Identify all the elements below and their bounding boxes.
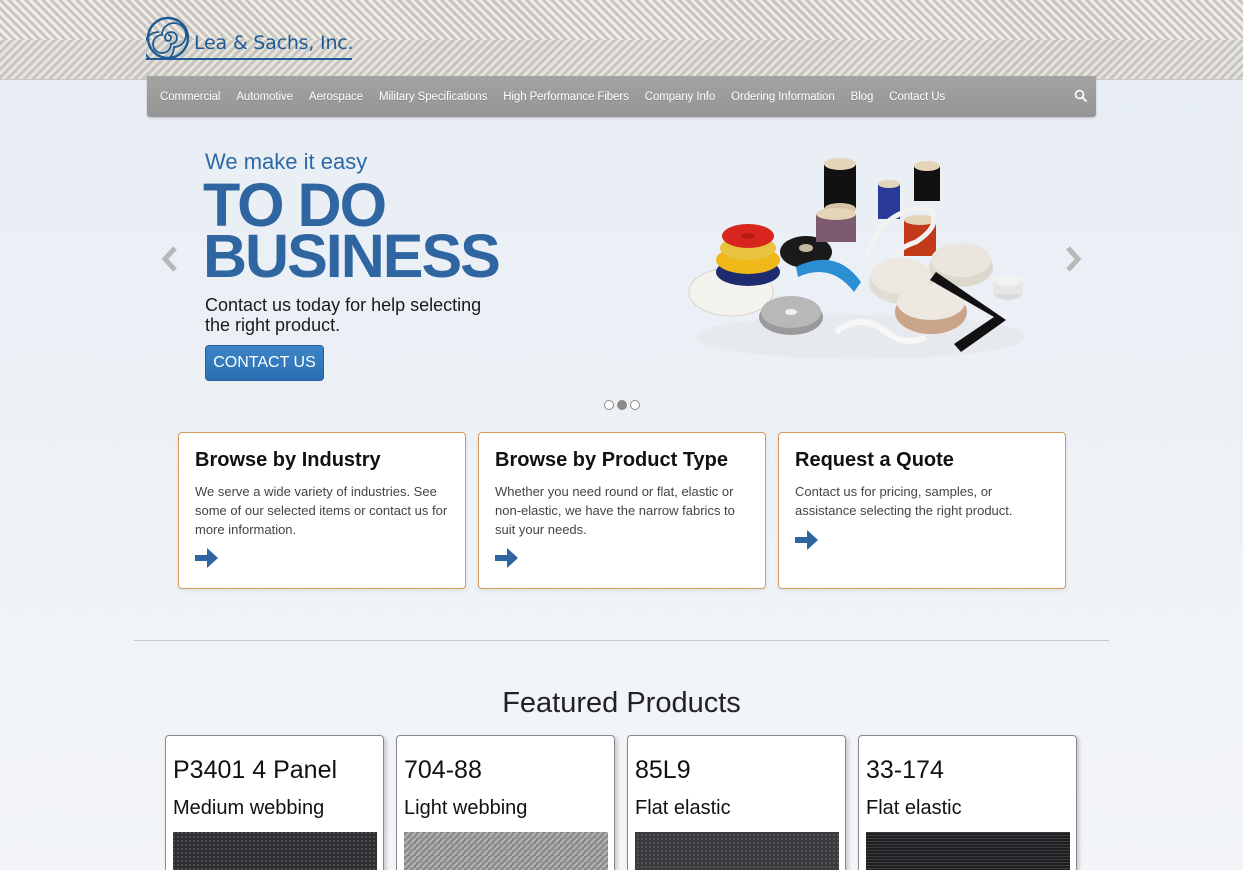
card-text: Contact us for pricing, samples, or assi…	[795, 484, 1013, 518]
product-sku: 85L9	[635, 756, 691, 784]
section-divider	[134, 640, 1109, 641]
carousel-next-icon[interactable]	[1063, 246, 1083, 272]
search-icon[interactable]	[1074, 89, 1088, 103]
product-type: Medium webbing	[173, 797, 325, 819]
product-type: Flat elastic	[635, 797, 731, 819]
card-title: Request a Quote	[795, 449, 954, 471]
carousel-dot[interactable]	[604, 400, 614, 410]
arrow-right-icon[interactable]	[193, 544, 219, 572]
product-sku: P3401 4 Panel	[173, 756, 338, 784]
card-title: Browse by Industry	[195, 449, 381, 471]
product-card[interactable]: 33-174 Flat elastic	[858, 735, 1077, 870]
hero-title: TO DO BUSINESS	[203, 175, 533, 290]
nav-blog[interactable]: Blog	[843, 91, 882, 103]
card-browse-by-product-type[interactable]: Browse by Product Type Whether you need …	[478, 432, 766, 589]
product-card[interactable]: P3401 4 Panel Medium webbing	[165, 735, 384, 870]
nav-military-specifications[interactable]: Military Specifications	[371, 91, 495, 103]
nav-automotive[interactable]: Automotive	[228, 91, 301, 103]
product-card[interactable]: 704-88 Light webbing	[396, 735, 615, 870]
product-card[interactable]: 85L9 Flat elastic	[627, 735, 846, 870]
spiral-logo-icon	[146, 16, 190, 60]
product-swatch-image	[866, 832, 1070, 870]
product-swatch-image	[173, 832, 377, 870]
carousel-prev-icon[interactable]	[160, 246, 180, 272]
brand-name: Lea & Sachs, Inc.	[194, 32, 354, 54]
carousel-dot-active[interactable]	[617, 400, 627, 410]
nav-company-info[interactable]: Company Info	[637, 91, 723, 103]
nav-contact-us[interactable]: Contact Us	[881, 91, 953, 103]
product-swatch-image	[404, 832, 608, 870]
card-title: Browse by Product Type	[495, 449, 729, 471]
logo[interactable]: Lea & Sachs, Inc.	[146, 14, 356, 62]
logo-underline	[146, 58, 352, 60]
card-text: We serve a wide variety of industries. S…	[195, 484, 448, 537]
carousel-indicators	[604, 400, 640, 410]
nav-high-performance-fibers[interactable]: High Performance Fibers	[495, 91, 637, 103]
featured-products-title: Featured Products	[502, 687, 741, 719]
arrow-right-icon[interactable]	[793, 526, 819, 554]
ribbon-spools-image	[688, 158, 1026, 359]
card-request-a-quote[interactable]: Request a Quote Contact us for pricing, …	[778, 432, 1066, 589]
hero-body: Contact us today for help selecting the …	[205, 295, 482, 335]
contact-us-button[interactable]: CONTACT US	[205, 345, 324, 381]
main-nav: Commercial Automotive Aerospace Military…	[147, 76, 1096, 117]
product-type: Light webbing	[404, 797, 528, 819]
carousel-dot[interactable]	[630, 400, 640, 410]
product-type: Flat elastic	[866, 797, 962, 819]
product-sku: 33-174	[866, 756, 944, 784]
nav-ordering-information[interactable]: Ordering Information	[723, 91, 842, 103]
product-sku: 704-88	[404, 756, 482, 784]
arrow-right-icon[interactable]	[493, 544, 519, 572]
card-text: Whether you need round or flat, elastic …	[495, 484, 735, 537]
hero-title-line2: BUSINESS	[203, 222, 501, 290]
product-swatch-image	[635, 832, 839, 870]
nav-aerospace[interactable]: Aerospace	[301, 91, 371, 103]
nav-commercial[interactable]: Commercial	[152, 91, 228, 103]
card-browse-by-industry[interactable]: Browse by Industry We serve a wide varie…	[178, 432, 466, 589]
